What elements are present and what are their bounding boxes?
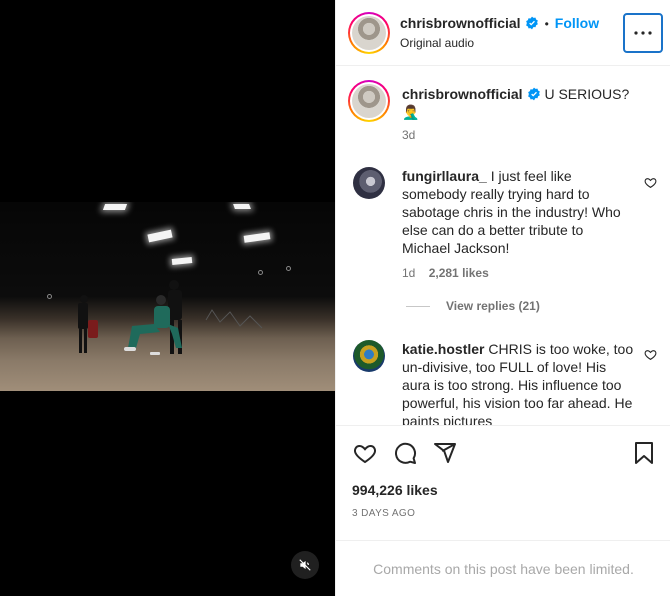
likes-count[interactable]: 994,226 likes xyxy=(352,482,438,498)
comment-item: katie.hostler CHRIS is too woke, too un-… xyxy=(402,340,634,425)
mute-toggle-button[interactable] xyxy=(291,551,319,579)
view-replies-button[interactable]: View replies (21) xyxy=(406,299,540,313)
muted-speaker-icon xyxy=(299,559,311,571)
author-username[interactable]: chrisbrownofficial xyxy=(400,15,521,31)
caption: chrisbrownofficial U SERIOUS? 🤦‍♂️ xyxy=(402,85,657,121)
caption-username[interactable]: chrisbrownofficial xyxy=(402,86,523,102)
comments-limited-notice: Comments on this post have been limited. xyxy=(336,540,670,596)
commenter-avatar[interactable] xyxy=(353,340,385,372)
more-options-button[interactable] xyxy=(623,13,663,53)
view-replies-label: View replies (21) xyxy=(446,299,540,313)
caption-emoji: 🤦‍♂️ xyxy=(402,104,420,120)
more-options-icon xyxy=(634,31,652,35)
audio-link[interactable]: Original audio xyxy=(400,36,474,50)
post-side-panel: chrisbrownofficial • Follow Original audio… xyxy=(335,0,670,596)
bookmark-icon[interactable] xyxy=(633,441,655,465)
verified-badge-icon xyxy=(527,87,540,101)
heart-icon[interactable] xyxy=(353,441,377,465)
share-icon[interactable] xyxy=(433,441,457,465)
comment-username[interactable]: fungirllaura_ xyxy=(402,168,487,184)
comment-meta: 1d 2,281 likes xyxy=(402,266,489,280)
commenter-avatar[interactable] xyxy=(353,167,385,199)
caption-time: 3d xyxy=(402,128,416,142)
dancers-figure xyxy=(78,280,263,355)
comment-username[interactable]: katie.hostler xyxy=(402,341,484,357)
follow-button[interactable]: Follow xyxy=(555,15,599,31)
verified-badge-icon xyxy=(525,16,538,30)
caption-text: U SERIOUS? xyxy=(544,86,630,102)
post-header: chrisbrownofficial • Follow Original audio xyxy=(336,0,670,66)
comments-list[interactable]: chrisbrownofficial U SERIOUS? 🤦‍♂️ 3d fu… xyxy=(336,66,670,425)
author-avatar[interactable] xyxy=(348,12,390,54)
comment-likes[interactable]: 2,281 likes xyxy=(429,266,489,280)
caption-avatar[interactable] xyxy=(348,80,390,122)
comment-item: fungirllaura_ I just feel like somebody … xyxy=(402,167,634,257)
comment-time: 1d xyxy=(402,266,416,280)
comment-icon[interactable] xyxy=(393,441,417,465)
comment-like-heart-icon[interactable] xyxy=(644,348,657,361)
post-date: 3 DAYS AGO xyxy=(352,508,416,519)
video-frame xyxy=(0,202,335,391)
comment-like-heart-icon[interactable] xyxy=(644,176,657,189)
video-player[interactable] xyxy=(0,0,335,596)
separator-dot: • xyxy=(544,17,549,31)
post-actions: 994,226 likes 3 DAYS AGO xyxy=(336,425,670,540)
